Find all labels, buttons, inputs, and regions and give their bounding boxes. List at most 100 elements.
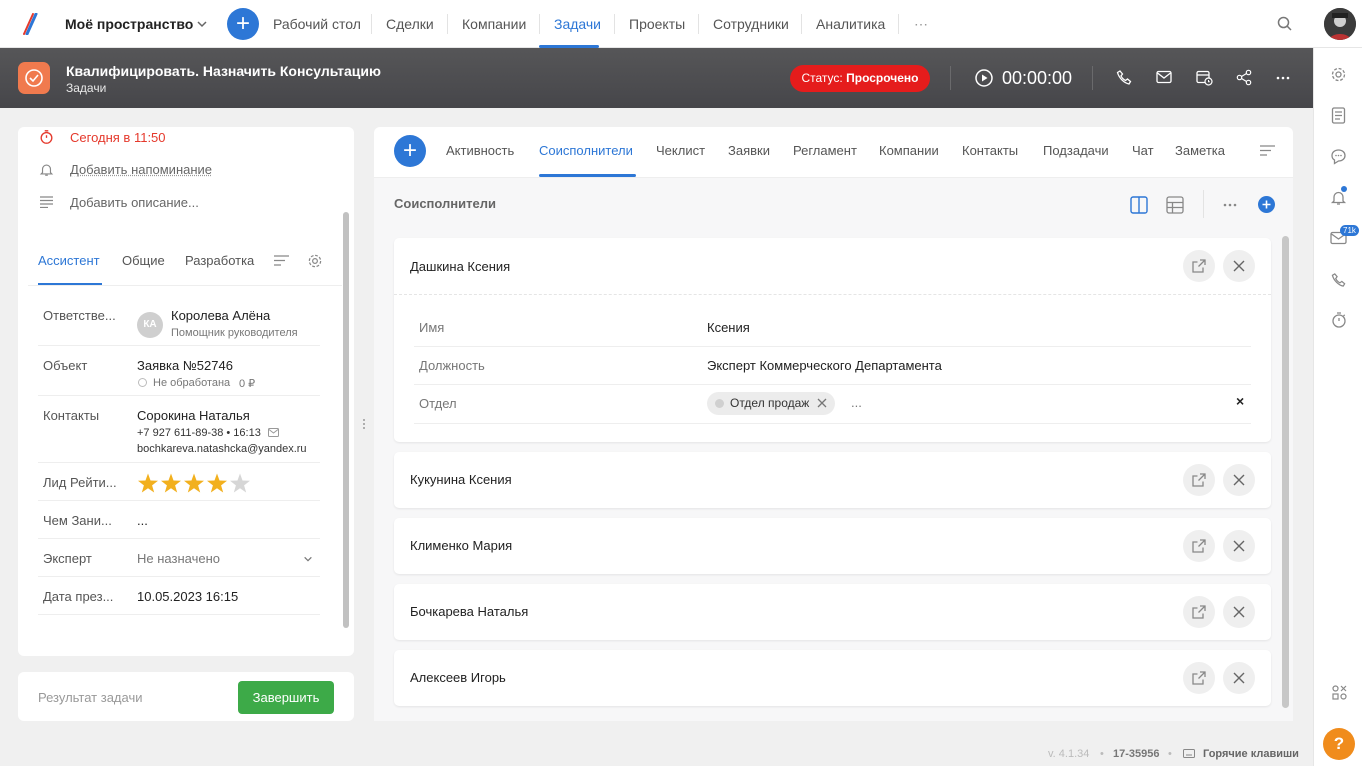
app-logo-icon[interactable] bbox=[22, 13, 42, 35]
tab-companies[interactable]: Компании bbox=[879, 143, 939, 158]
calendar-clock-icon[interactable] bbox=[1196, 69, 1213, 86]
close-icon[interactable] bbox=[1223, 250, 1255, 282]
tab-coexecutors[interactable]: Соисполнители bbox=[539, 143, 633, 158]
tab-development[interactable]: Разработка bbox=[185, 253, 254, 268]
detail-value[interactable]: Эксперт Коммерческого Департамента bbox=[707, 358, 942, 373]
user-avatar[interactable] bbox=[1324, 8, 1356, 40]
share-icon[interactable] bbox=[1236, 69, 1252, 86]
stopwatch-icon[interactable] bbox=[1331, 311, 1347, 329]
nav-item-projects[interactable]: Проекты bbox=[629, 16, 685, 32]
open-external-icon[interactable] bbox=[1183, 530, 1215, 562]
contact-name[interactable]: Сорокина Наталья bbox=[137, 408, 250, 423]
status-badge[interactable]: Статус: Просрочено bbox=[790, 65, 930, 92]
star-filled-icon[interactable] bbox=[138, 473, 158, 493]
coexecutor-name[interactable]: Кукунина Ксения bbox=[410, 472, 512, 487]
coexecutor-card[interactable] bbox=[394, 650, 1271, 706]
play-icon[interactable] bbox=[974, 68, 994, 88]
close-icon[interactable] bbox=[1223, 530, 1255, 562]
more-icon[interactable] bbox=[1223, 203, 1237, 207]
coexecutor-card[interactable] bbox=[394, 452, 1271, 508]
coexecutor-name[interactable]: Дашкина Ксения bbox=[410, 259, 510, 274]
nav-item-deals[interactable]: Сделки bbox=[386, 16, 434, 32]
star-filled-icon[interactable] bbox=[184, 473, 204, 493]
star-filled-icon[interactable] bbox=[207, 473, 227, 493]
search-icon[interactable] bbox=[1276, 15, 1294, 33]
chip-remove-icon[interactable] bbox=[817, 398, 827, 408]
close-icon[interactable] bbox=[1223, 662, 1255, 694]
task-subtitle[interactable]: Задачи bbox=[66, 81, 106, 95]
occupation-value[interactable]: ... bbox=[137, 513, 148, 528]
open-external-icon[interactable] bbox=[1183, 662, 1215, 694]
gear-icon[interactable] bbox=[307, 253, 323, 269]
star-empty-icon[interactable] bbox=[230, 473, 250, 493]
open-external-icon[interactable] bbox=[1183, 596, 1215, 628]
nav-item-analytics[interactable]: Аналитика bbox=[816, 16, 885, 32]
add-button[interactable]: + bbox=[394, 135, 426, 167]
tab-subtasks[interactable]: Подзадачи bbox=[1043, 143, 1109, 158]
resize-handle-icon[interactable] bbox=[362, 418, 366, 430]
tab-requests[interactable]: Заявки bbox=[728, 143, 770, 158]
coexecutor-card[interactable] bbox=[394, 518, 1271, 574]
open-external-icon[interactable] bbox=[1183, 464, 1215, 496]
rating-stars[interactable] bbox=[137, 473, 252, 495]
add-reminder-link[interactable]: Добавить напоминание bbox=[70, 162, 212, 177]
nav-item-desktop[interactable]: Рабочий стол bbox=[273, 16, 361, 32]
tab-activity[interactable]: Активность bbox=[446, 143, 514, 158]
help-button[interactable]: ? bbox=[1323, 728, 1355, 760]
create-button[interactable]: + bbox=[227, 8, 259, 40]
due-date[interactable]: Сегодня в 11:50 bbox=[70, 130, 166, 145]
document-icon[interactable] bbox=[1331, 107, 1346, 124]
expert-select[interactable]: Не назначено bbox=[137, 551, 220, 566]
coexecutor-name[interactable]: Бочкарева Наталья bbox=[410, 604, 528, 619]
main-scrollbar[interactable] bbox=[1282, 236, 1289, 708]
phone-icon[interactable] bbox=[1116, 69, 1133, 86]
tab-assistant[interactable]: Ассистент bbox=[38, 253, 100, 268]
more-icon[interactable] bbox=[1276, 76, 1290, 80]
tab-note[interactable]: Заметка bbox=[1175, 143, 1225, 158]
left-scrollbar[interactable] bbox=[343, 212, 349, 628]
nav-item-employees[interactable]: Сотрудники bbox=[713, 16, 789, 32]
finish-button[interactable]: Завершить bbox=[238, 681, 334, 714]
workspace-name[interactable]: Моё пространство bbox=[65, 16, 193, 32]
message-icon[interactable] bbox=[268, 428, 279, 437]
tab-checklist[interactable]: Чеклист bbox=[656, 143, 705, 158]
table-view-icon[interactable] bbox=[1166, 196, 1184, 214]
phone-icon[interactable] bbox=[1331, 272, 1347, 288]
tab-contacts[interactable]: Контакты bbox=[962, 143, 1018, 158]
presentation-date[interactable]: 10.05.2023 16:15 bbox=[137, 589, 238, 604]
contact-email[interactable]: bochkareva.natashcka@yandex.ru bbox=[137, 443, 307, 455]
star-filled-icon[interactable] bbox=[161, 473, 181, 493]
add-coexecutor-icon[interactable] bbox=[1258, 196, 1275, 213]
result-input[interactable]: Результат задачи bbox=[38, 690, 143, 705]
columns-view-icon[interactable] bbox=[1130, 196, 1148, 214]
sort-lines-icon[interactable] bbox=[1260, 145, 1275, 157]
chevron-down-icon[interactable] bbox=[196, 18, 208, 30]
clear-icon[interactable]: × bbox=[1236, 393, 1244, 409]
chevron-down-icon[interactable] bbox=[303, 554, 313, 564]
chat-icon[interactable] bbox=[1330, 148, 1347, 165]
department-chip[interactable]: Отдел продаж bbox=[707, 392, 836, 415]
coexecutor-name[interactable]: Клименко Мария bbox=[410, 538, 512, 553]
tab-general[interactable]: Общие bbox=[122, 253, 165, 268]
mail-icon[interactable] bbox=[1156, 70, 1172, 84]
coexecutor-card[interactable] bbox=[394, 238, 1271, 442]
tab-chat[interactable]: Чат bbox=[1132, 143, 1154, 158]
open-external-icon[interactable] bbox=[1183, 250, 1215, 282]
settings-icon[interactable] bbox=[1330, 66, 1347, 83]
close-icon[interactable] bbox=[1223, 596, 1255, 628]
nav-item-companies[interactable]: Компании bbox=[462, 16, 526, 32]
responsible-name[interactable]: Королева Алёна bbox=[171, 308, 270, 323]
apps-icon[interactable] bbox=[1331, 684, 1348, 701]
nav-item-tasks[interactable]: Задачи bbox=[554, 16, 601, 32]
close-icon[interactable] bbox=[1223, 464, 1255, 496]
contact-phone[interactable]: +7 927 611-89-38 • 16:13 bbox=[137, 427, 261, 439]
object-link[interactable]: Заявка №52746 bbox=[137, 358, 233, 373]
detail-value[interactable]: Ксения bbox=[707, 320, 750, 335]
nav-more-icon[interactable]: ⋯ bbox=[914, 16, 928, 33]
department-more[interactable]: ... bbox=[851, 395, 862, 410]
tab-regulations[interactable]: Регламент bbox=[793, 143, 857, 158]
sort-lines-icon[interactable] bbox=[274, 255, 289, 267]
hotkeys-link[interactable]: Горячие клавиши bbox=[1203, 748, 1299, 760]
add-description-link[interactable]: Добавить описание... bbox=[70, 195, 199, 210]
coexecutor-name[interactable]: Алексеев Игорь bbox=[410, 670, 506, 685]
